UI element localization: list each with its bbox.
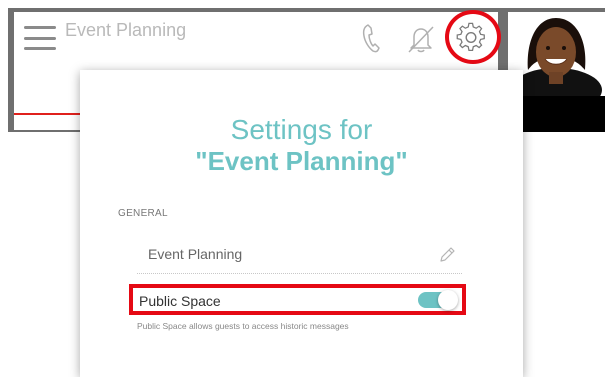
space-name-field[interactable]: Event Planning <box>137 240 462 274</box>
menu-icon[interactable] <box>24 26 56 50</box>
dialog-title: Settings for <box>230 114 373 145</box>
space-name-value: Event Planning <box>148 246 243 262</box>
general-section-label: GENERAL <box>118 208 168 219</box>
public-space-label: Public Space <box>139 293 221 309</box>
public-space-help-text: Public Space allows guests to access his… <box>137 321 349 331</box>
pencil-icon[interactable] <box>437 245 457 265</box>
settings-dialog: Settings for "Event Planning" GENERAL Ev… <box>80 70 523 377</box>
space-title: Event Planning <box>65 20 187 40</box>
public-space-row: Public Space <box>129 284 466 315</box>
toggle-knob <box>438 290 458 310</box>
dialog-subtitle: "Event Planning" <box>195 146 408 176</box>
gear-highlight-circle <box>445 10 501 64</box>
video-strip <box>522 96 605 132</box>
phone-icon[interactable] <box>360 22 384 54</box>
public-space-toggle[interactable] <box>418 290 458 310</box>
bell-off-icon[interactable] <box>405 24 437 54</box>
